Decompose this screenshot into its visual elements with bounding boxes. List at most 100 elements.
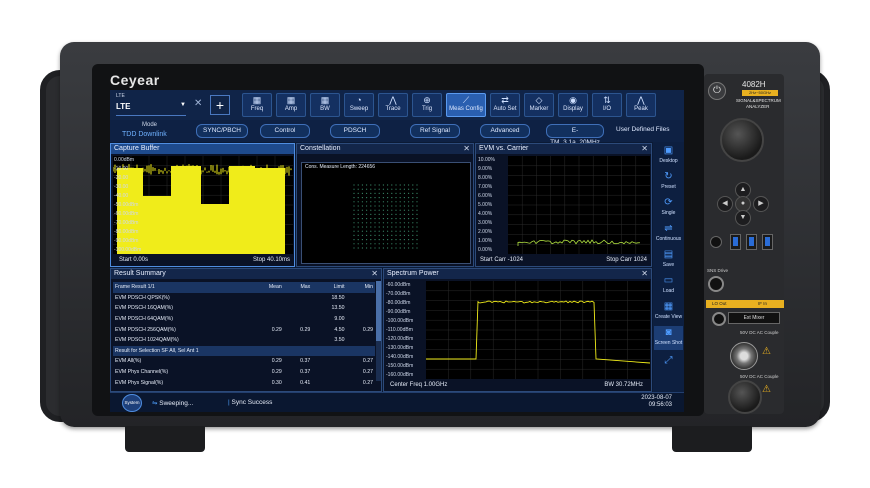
add-app-button[interactable]: + [210, 95, 230, 115]
constellation-point [416, 201, 417, 202]
constellation-point [383, 222, 384, 223]
close-app-icon[interactable]: ✕ [194, 98, 202, 109]
auto-set-button[interactable]: ⇄ Auto Set [490, 93, 520, 117]
rf-input-1-connector[interactable] [728, 380, 762, 414]
pdsch-button[interactable]: PDSCH [330, 124, 380, 138]
scrollbar-thumb[interactable] [376, 281, 381, 341]
constellation-point [383, 201, 384, 202]
mode-value[interactable]: TDD Downlink [122, 131, 167, 138]
constellation-point [387, 214, 388, 215]
constellation-point [374, 214, 375, 215]
table-row[interactable]: EVM Phys Signal(%) 0.30 0.41 0.27 [113, 377, 375, 388]
close-icon[interactable]: ✕ [641, 269, 648, 279]
result-scrollbar[interactable] [376, 281, 381, 381]
lo-out-label: LO Out [712, 301, 727, 306]
display-button[interactable]: ◉ Display [558, 93, 588, 117]
app-selector[interactable]: LTE ▼ [116, 102, 186, 116]
arrow-right-button[interactable]: ▶ [753, 196, 769, 212]
constellation-point [412, 231, 413, 232]
arrow-left-button[interactable]: ◀ [717, 196, 733, 212]
trig-button[interactable]: ⊕ Trig [412, 93, 442, 117]
constellation-point [395, 197, 396, 198]
table-row[interactable]: EVM Phys Channel(%) 0.29 0.37 0.27 [113, 367, 375, 378]
constellation-point [400, 218, 401, 219]
capture-y-label-3: -30.00 [114, 184, 128, 190]
constellation-point [358, 189, 359, 190]
constellation-point [366, 189, 367, 190]
constellation-point [370, 189, 371, 190]
lo-out-port[interactable] [712, 312, 726, 326]
capture-buffer-title: Capture Buffer [111, 144, 294, 154]
close-icon[interactable]: ✕ [641, 144, 648, 154]
evm-vs-carrier-window[interactable]: EVM vs. Carrier ✕ 10.00% 9.00% 8.00% 7.00… [475, 143, 652, 267]
marker-button[interactable]: ◇ Marker [524, 93, 554, 117]
result-summary-window[interactable]: Result Summary ✕ Frame Result 1/1 Mean Ma… [110, 268, 382, 392]
close-icon[interactable]: ✕ [463, 144, 470, 154]
user-defined-files-button[interactable]: User Defined Files [616, 126, 669, 133]
preset-button[interactable]: ↻ Preset [654, 170, 683, 194]
constellation-point [379, 189, 380, 190]
desktop-label: Desktop [659, 158, 677, 164]
screen-shot-button[interactable]: ◙ Screen Shot [654, 326, 683, 350]
constellation-point [404, 184, 405, 185]
peak-button[interactable]: ⋀ Peak [626, 93, 656, 117]
continuous-button[interactable]: ⇌ Continuous [654, 222, 683, 246]
etm-file-button[interactable]: E-TM_3.1a_20MHz [546, 124, 604, 138]
constellation-point [387, 201, 388, 202]
constellation-point [362, 210, 363, 211]
constellation-point [366, 247, 367, 248]
sync-pbch-button[interactable]: SYNC/PBCH [196, 124, 248, 138]
table-cell [312, 356, 346, 367]
amp-button[interactable]: ▦ Amp [276, 93, 306, 117]
system-label: System [124, 400, 139, 405]
load-button[interactable]: ▭ Load [654, 274, 683, 298]
table-row[interactable]: EVM PDSCH QPSK(%) 18.50 [113, 293, 375, 304]
more-button[interactable]: ⤢ [654, 354, 683, 378]
bw-button[interactable]: ▦ BW [310, 93, 340, 117]
evm-y-label-10: 0.00% [478, 247, 492, 253]
save-button[interactable]: ▤ Save [654, 248, 683, 272]
capture-y-label-2: -20.00 [114, 175, 128, 181]
table-row[interactable]: EVM PDSCH 256QAM(%) 0.29 0.29 4.50 0.29 [113, 324, 375, 335]
warning-icon: ⚠ [762, 346, 771, 357]
single-button[interactable]: ⟳ Single [654, 196, 683, 220]
freq-button[interactable]: ▦ Freq [242, 93, 272, 117]
constellation-point [383, 197, 384, 198]
advanced-button[interactable]: Advanced [480, 124, 530, 138]
constellation-point [353, 201, 354, 202]
arrow-down-button[interactable]: ▼ [735, 210, 751, 226]
headphone-jack[interactable] [710, 236, 722, 248]
constellation-point [358, 197, 359, 198]
usb-port-1[interactable] [730, 234, 741, 250]
table-row[interactable]: EVM PDSCH 64QAM(%) 9.00 [113, 314, 375, 325]
desktop-button[interactable]: ▣ Desktop [654, 144, 683, 168]
meas-config-button[interactable]: ⟋ Meas Config [446, 93, 486, 117]
table-row[interactable]: EVM PDSCH 16QAM(%) 13.50 [113, 303, 375, 314]
constellation-point [395, 210, 396, 211]
constellation-point [362, 247, 363, 248]
trace-button[interactable]: ⋀ Trace [378, 93, 408, 117]
sns-drive-port[interactable] [708, 276, 724, 292]
constellation-point [353, 214, 354, 215]
spectrum-power-window[interactable]: Spectrum Power ✕ -60.00dBm -70.00dBm -80.… [383, 268, 652, 392]
table-row[interactable]: EVM All(%) 0.29 0.37 0.27 [113, 356, 375, 367]
io-button[interactable]: ⇅ I/O [592, 93, 622, 117]
rotary-knob[interactable] [720, 118, 764, 162]
create-view-button[interactable]: ▦ Create View [654, 300, 683, 324]
constellation-point [400, 226, 401, 227]
constellation-point [391, 222, 392, 223]
evm-y-label-5: 5.00% [478, 202, 492, 208]
control-button[interactable]: Control [260, 124, 310, 138]
sweep-button[interactable]: ◔ Sweep [344, 93, 374, 117]
constellation-window[interactable]: Constellation ✕ Cons. Measure Length: 224… [296, 143, 474, 267]
rf-input-2-connector[interactable] [730, 342, 758, 370]
capture-buffer-window[interactable]: Capture Buffer 0.00dBm -10.00 -20.00 -30… [110, 143, 295, 267]
usb-port-3[interactable] [762, 234, 773, 250]
system-button[interactable]: System [122, 394, 142, 412]
ref-signal-button[interactable]: Ref Signal [410, 124, 460, 138]
usb-port-2[interactable] [746, 234, 757, 250]
freq-label: Freq [251, 106, 263, 112]
evm-trace [508, 156, 650, 254]
table-row[interactable]: EVM PDSCH 1024QAM(%) 3.50 [113, 335, 375, 346]
close-icon[interactable]: ✕ [371, 269, 378, 279]
